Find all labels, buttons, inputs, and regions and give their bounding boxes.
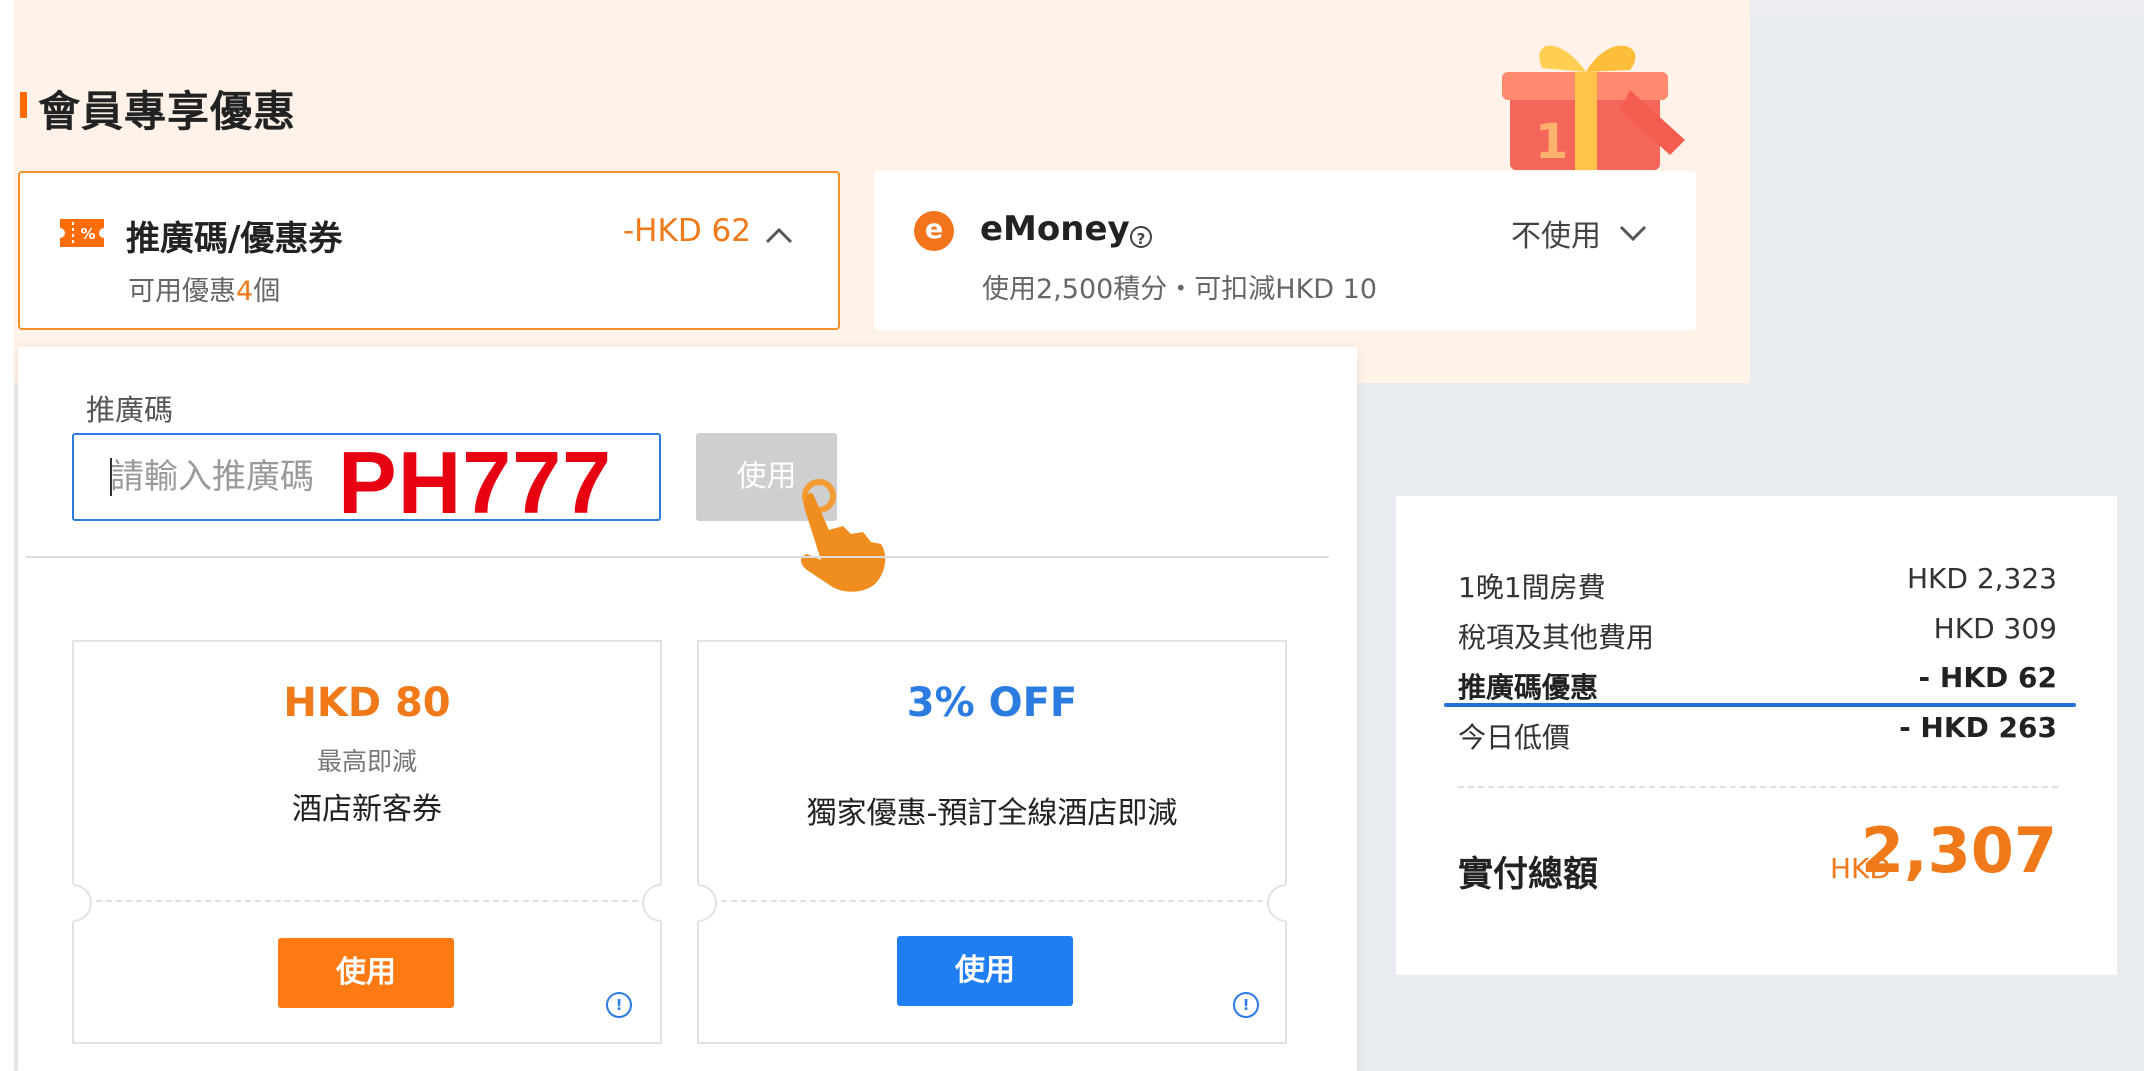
gift-box-icon: 1 — [1502, 45, 1685, 170]
coupon-icon-text: % — [80, 225, 95, 243]
emoney-card[interactable]: e eMoney ? 使用2,500積分・可扣減HKD 10 不使用 — [874, 171, 1696, 330]
overlay-promo-code: PH777 — [338, 433, 613, 532]
coupon-note: 最高即減 — [316, 747, 417, 776]
use-coupon-button[interactable]: 使用 — [897, 936, 1073, 1006]
summary-row-label: 1晚1間房費 — [1458, 571, 1606, 604]
promo-card-title: 推廣碼/優惠券 — [126, 219, 343, 259]
promo-card-subtitle: 可用優惠4個 — [128, 269, 280, 308]
emoney-subtitle: 使用2,500積分・可扣減HKD 10 — [982, 274, 1378, 305]
chevron-up-icon[interactable] — [764, 225, 794, 245]
pointing-hand-icon — [801, 479, 886, 592]
emoney-logo-icon: e — [914, 211, 954, 251]
coupon-card-hotel-new: HKD 80 最高即減 酒店新客券 使用 ! — [46, 640, 688, 1044]
coupon-card-exclusive: 3% OFF 獨家優惠-預訂全線酒店即減 使用 ! — [671, 640, 1313, 1044]
summary-row-label: 推廣碼優惠 — [1458, 671, 1599, 704]
summary-row-value: HKD 2,323 — [1906, 562, 2057, 595]
text-cursor — [110, 458, 112, 496]
title-accent-bar — [20, 92, 27, 118]
price-summary-card: 1晚1間房費 HKD 2,323 稅項及其他費用 HKD 309 推廣碼優惠 -… — [1396, 496, 2117, 975]
chevron-down-icon[interactable] — [1618, 223, 1648, 243]
available-unit: 個 — [253, 276, 281, 307]
coupon-name: 獨家優惠-預訂全線酒店即減 — [806, 796, 1178, 831]
summary-row-value: - HKD 263 — [1899, 711, 2057, 744]
svg-text:1: 1 — [1535, 114, 1568, 170]
promo-coupon-card[interactable]: % 推廣碼/優惠券 可用優惠4個 -HKD 62 — [18, 171, 840, 330]
total-label: 實付總額 — [1458, 855, 1599, 895]
coupon-amount: HKD 80 — [283, 680, 451, 726]
emoney-title: eMoney — [980, 209, 1130, 249]
use-coupon-button[interactable]: 使用 — [278, 938, 454, 1008]
panel-divider — [26, 556, 1329, 558]
summary-row-label: 今日低價 — [1458, 721, 1571, 754]
coupon-dashed-divider — [96, 900, 638, 902]
available-label: 可用優惠 — [128, 276, 236, 307]
highlight-underline — [1444, 703, 2076, 707]
summary-row-label: 稅項及其他費用 — [1458, 621, 1655, 654]
info-icon[interactable]: ! — [1233, 992, 1259, 1018]
coupon-name: 酒店新客券 — [292, 792, 442, 827]
summary-divider — [1458, 786, 2058, 788]
coupon-dashed-divider — [721, 900, 1263, 902]
coupon-ticket-icon: % — [60, 219, 104, 247]
info-icon[interactable]: ! — [606, 992, 632, 1018]
total-amount: 2,307 — [1860, 814, 2057, 887]
promo-discount-amount: -HKD 62 — [623, 213, 751, 249]
promo-code-label: 推廣碼 — [86, 393, 174, 427]
section-title: 會員專享優惠 — [38, 87, 297, 136]
emoney-status[interactable]: 不使用 — [1511, 211, 1601, 255]
summary-row-value: - HKD 62 — [1918, 661, 2057, 694]
available-count: 4 — [236, 276, 254, 307]
coupon-amount: 3% OFF — [906, 680, 1078, 726]
help-icon[interactable]: ? — [1130, 226, 1152, 248]
summary-row-value: HKD 309 — [1933, 612, 2057, 645]
left-edge — [0, 0, 14, 1071]
